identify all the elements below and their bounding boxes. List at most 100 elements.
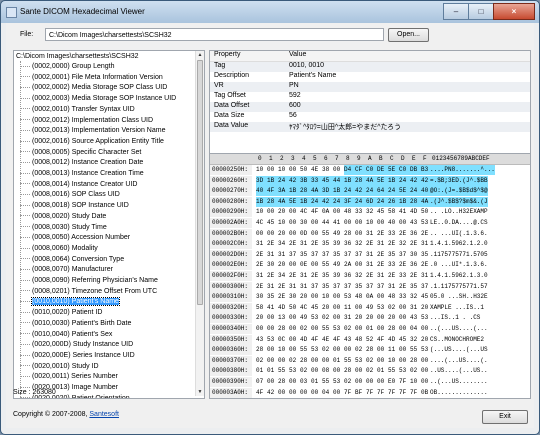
tree-item[interactable]: (0002,0016) Source Application Entity Ti…: [20, 138, 164, 148]
hex-byte[interactable]: 00: [289, 229, 300, 239]
hex-byte[interactable]: 24: [333, 196, 344, 207]
hex-byte[interactable]: 07: [256, 377, 267, 387]
hex-byte[interactable]: 00: [366, 377, 377, 387]
hex-byte[interactable]: 28: [300, 356, 311, 366]
tree-item[interactable]: (0008,0090) Referring Physician's Name: [20, 277, 158, 287]
hex-byte[interactable]: 5E: [289, 196, 300, 207]
tree-item[interactable]: (0002,0010) Transfer Syntax UID: [20, 106, 135, 116]
hex-byte[interactable]: 31: [410, 303, 421, 313]
hex-byte[interactable]: 00: [311, 292, 322, 302]
hex-byte[interactable]: 31: [256, 271, 267, 281]
hex-byte[interactable]: 4F: [377, 335, 388, 345]
hex-byte[interactable]: 39: [333, 239, 344, 249]
hex-byte[interactable]: 28: [410, 196, 421, 207]
hex-byte[interactable]: 2E: [377, 250, 388, 260]
tree-item[interactable]: (0020,0011) Series Number: [20, 373, 118, 383]
hex-row[interactable]: 00000320H: 58 41 4D 50 4C 45 20 00 11 00 49 53 02 00 31…: [210, 302, 530, 313]
hex-byte[interactable]: C0: [399, 165, 410, 175]
hex-byte[interactable]: 00: [377, 377, 388, 387]
hex-byte[interactable]: 28: [344, 366, 355, 376]
hex-byte[interactable]: 01: [256, 366, 267, 376]
hex-byte[interactable]: 00: [256, 324, 267, 334]
hex-byte[interactable]: 00: [333, 207, 344, 217]
hex-byte[interactable]: 28: [267, 196, 278, 207]
hex-byte[interactable]: 00: [399, 345, 410, 355]
hex-byte[interactable]: 00: [278, 388, 289, 398]
hex-byte[interactable]: 43: [410, 218, 421, 228]
scroll-down-icon[interactable]: ▼: [196, 388, 204, 396]
tree-item[interactable]: (0010,0020) Patient ID: [20, 309, 102, 319]
hex-byte[interactable]: 02: [289, 356, 300, 366]
property-row[interactable]: Tag 0010, 0010: [210, 62, 530, 72]
hex-byte[interactable]: 00: [377, 324, 388, 334]
hex-row[interactable]: 00000340H: 00 00 28 00 02 00 55 53 02 00 01 00 28 00 04…: [210, 324, 530, 334]
hex-byte[interactable]: 33: [399, 292, 410, 302]
hex-byte[interactable]: 1B: [333, 186, 344, 197]
hex-byte[interactable]: 35: [322, 271, 333, 281]
hex-byte[interactable]: D4: [344, 165, 355, 175]
hex-byte[interactable]: DB: [410, 165, 421, 175]
hex-byte[interactable]: 20: [388, 313, 399, 323]
hex-byte[interactable]: 00: [344, 218, 355, 228]
hex-byte[interactable]: 20: [366, 313, 377, 323]
hex-byte[interactable]: 20: [278, 229, 289, 239]
hex-byte[interactable]: 30: [410, 250, 421, 260]
hex-byte[interactable]: 2E: [267, 271, 278, 281]
hex-row[interactable]: 00000290H: 10 00 20 00 4C 4F 0A 00 48 33 32 45 58 41 4D…: [210, 207, 530, 218]
hex-byte[interactable]: 43: [256, 335, 267, 345]
hex-byte[interactable]: 32: [366, 207, 377, 217]
hex-byte[interactable]: 2E: [410, 239, 421, 249]
hex-byte[interactable]: 20: [256, 313, 267, 323]
minimize-button[interactable]: –: [443, 3, 469, 20]
hex-byte[interactable]: 30: [256, 292, 267, 302]
hex-byte[interactable]: 42: [289, 175, 300, 186]
hex-byte[interactable]: 00: [289, 165, 300, 175]
hex-byte[interactable]: 00: [399, 218, 410, 228]
hex-byte[interactable]: 24: [399, 175, 410, 186]
hex-row[interactable]: 00000370H: 02 00 00 02 28 00 00 01 55 53 02 00 10 00 28…: [210, 355, 530, 366]
hex-byte[interactable]: 42: [355, 186, 366, 197]
tree-item[interactable]: (0020,000D) Study Instance UID: [20, 341, 133, 351]
hex-byte[interactable]: 00: [267, 313, 278, 323]
hex-byte[interactable]: 2E: [410, 271, 421, 281]
hex-byte[interactable]: 20: [355, 313, 366, 323]
hex-byte[interactable]: 31: [300, 239, 311, 249]
hex-byte[interactable]: 2E: [377, 229, 388, 239]
hex-byte[interactable]: 4C: [300, 303, 311, 313]
hex-byte[interactable]: 2E: [366, 271, 377, 281]
hex-byte[interactable]: 42: [322, 196, 333, 207]
hex-byte[interactable]: 10: [278, 345, 289, 355]
hex-row[interactable]: 00000250H: 10 00 10 00 50 4E 38 00 D4 CF C0 DE 5E C0 DB…: [210, 165, 530, 175]
close-button[interactable]: ×: [493, 3, 535, 20]
tree-item[interactable]: (0008,0014) Instance Creator UID: [20, 181, 137, 191]
scrollbar-thumb[interactable]: [197, 60, 203, 305]
hex-byte[interactable]: 5E: [377, 175, 388, 186]
hex-byte[interactable]: 02: [410, 366, 421, 376]
hex-byte[interactable]: 02: [256, 356, 267, 366]
hex-byte[interactable]: 00: [333, 366, 344, 376]
hex-byte[interactable]: 10: [410, 377, 421, 387]
hex-byte[interactable]: 28: [388, 324, 399, 334]
hex-byte[interactable]: 26: [388, 196, 399, 207]
hex-byte[interactable]: 2E: [388, 271, 399, 281]
hex-byte[interactable]: 40: [256, 186, 267, 197]
hex-byte[interactable]: 00: [267, 356, 278, 366]
hex-byte[interactable]: 53: [289, 366, 300, 376]
hex-byte[interactable]: 4D: [300, 335, 311, 345]
hex-byte[interactable]: 08: [322, 366, 333, 376]
hex-byte[interactable]: 1B: [267, 175, 278, 186]
hex-byte[interactable]: 00: [289, 345, 300, 355]
hex-byte[interactable]: 1B: [344, 175, 355, 186]
hex-byte[interactable]: 00: [399, 303, 410, 313]
hex-byte[interactable]: 00: [300, 388, 311, 398]
hex-byte[interactable]: 10: [278, 165, 289, 175]
hex-byte[interactable]: 53: [355, 356, 366, 366]
hex-byte[interactable]: 6D: [366, 196, 377, 207]
hex-byte[interactable]: 55: [410, 345, 421, 355]
hex-byte[interactable]: 32: [399, 239, 410, 249]
hex-byte[interactable]: 00: [377, 345, 388, 355]
hex-byte[interactable]: 1B: [300, 196, 311, 207]
hex-byte[interactable]: 40: [388, 218, 399, 228]
hex-byte[interactable]: 00: [333, 303, 344, 313]
hex-byte[interactable]: 2E: [377, 260, 388, 270]
